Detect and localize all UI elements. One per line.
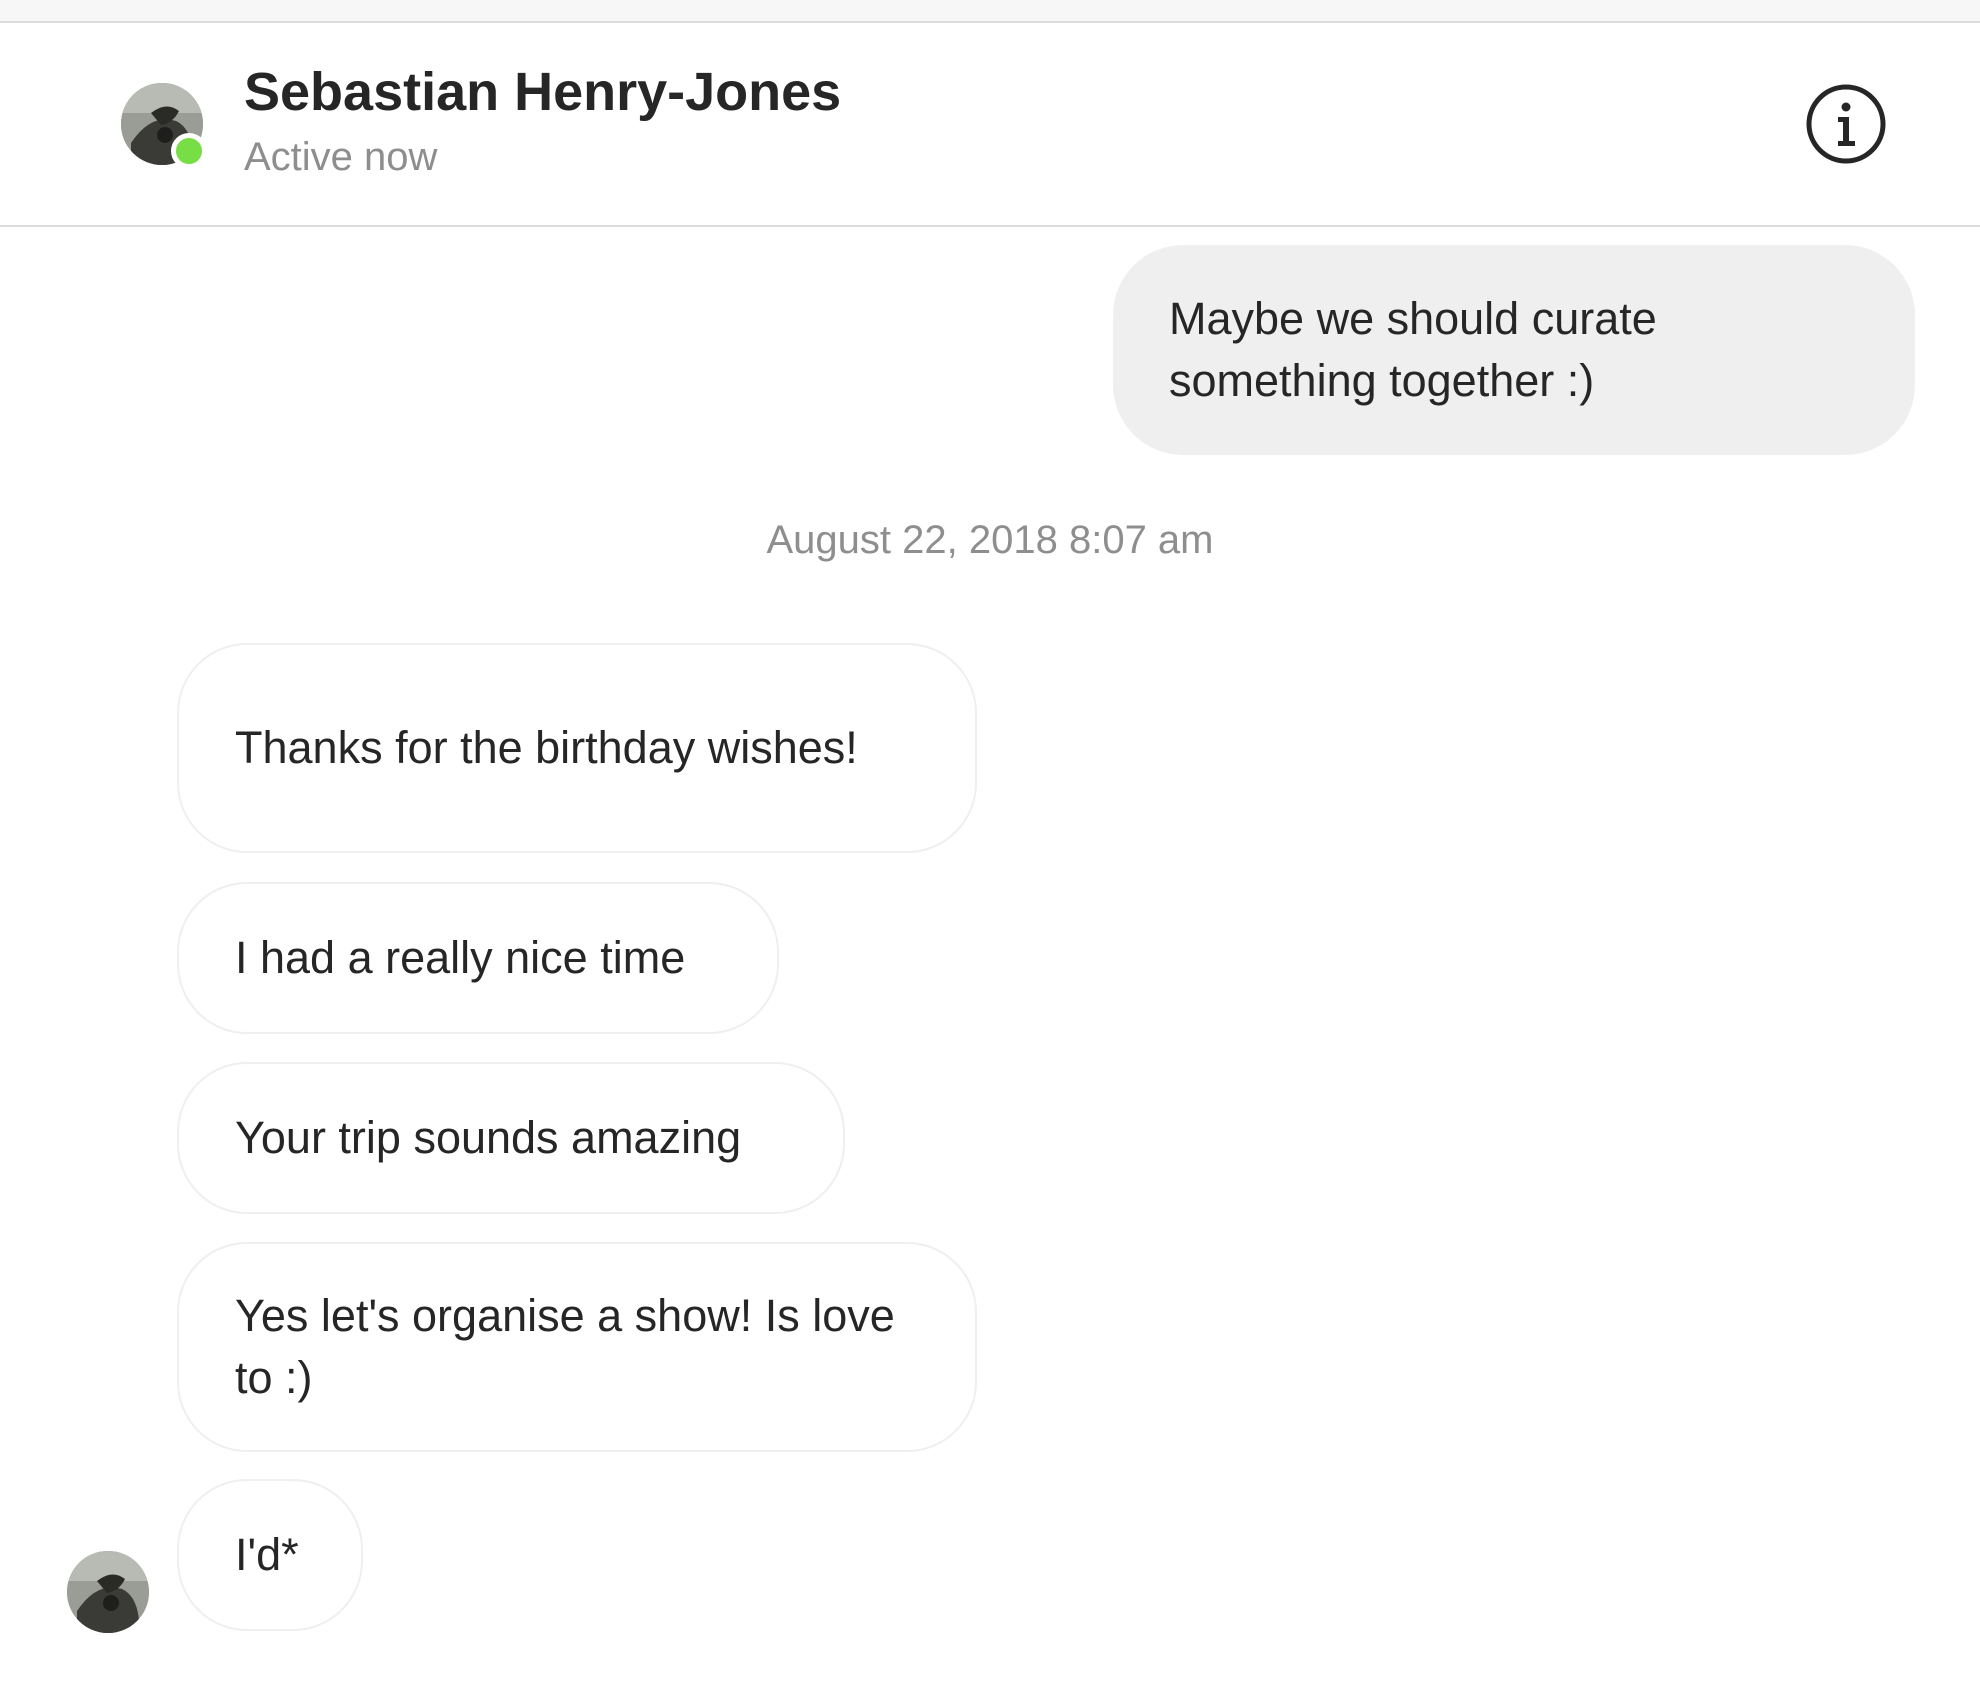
info-icon[interactable] — [1805, 83, 1887, 165]
contact-avatar[interactable] — [121, 83, 207, 169]
message-bubble-received[interactable]: Thanks for the birthday wishes! — [177, 643, 977, 853]
message-text: Thanks for the birthday wishes! — [235, 722, 858, 773]
online-status-indicator — [171, 133, 207, 169]
contact-name[interactable]: Sebastian Henry-Jones — [244, 61, 841, 123]
conversation-header: Sebastian Henry-Jones Active now — [0, 23, 1980, 227]
top-strip — [0, 0, 1980, 23]
message-text: I'd* — [235, 1529, 299, 1580]
contact-status: Active now — [244, 135, 438, 179]
message-text: Yes let's organise a show! Is love to :) — [235, 1290, 895, 1403]
message-bubble-received[interactable]: Yes let's organise a show! Is love to :) — [177, 1242, 977, 1452]
message-text: Your trip sounds amazing — [235, 1112, 742, 1163]
sender-avatar[interactable] — [67, 1551, 149, 1633]
message-bubble-received[interactable]: I had a really nice time — [177, 882, 779, 1034]
chat-window: Sebastian Henry-Jones Active now Maybe w… — [0, 0, 1980, 1689]
message-bubble-received[interactable]: I'd* — [177, 1479, 363, 1631]
message-text: I had a really nice time — [235, 932, 686, 983]
message-text: Maybe we should curate something togethe… — [1169, 293, 1657, 406]
message-timestamp: August 22, 2018 8:07 am — [766, 518, 1214, 562]
message-bubble-received[interactable]: Your trip sounds amazing — [177, 1062, 845, 1214]
message-bubble-sent[interactable]: Maybe we should curate something togethe… — [1113, 245, 1915, 455]
